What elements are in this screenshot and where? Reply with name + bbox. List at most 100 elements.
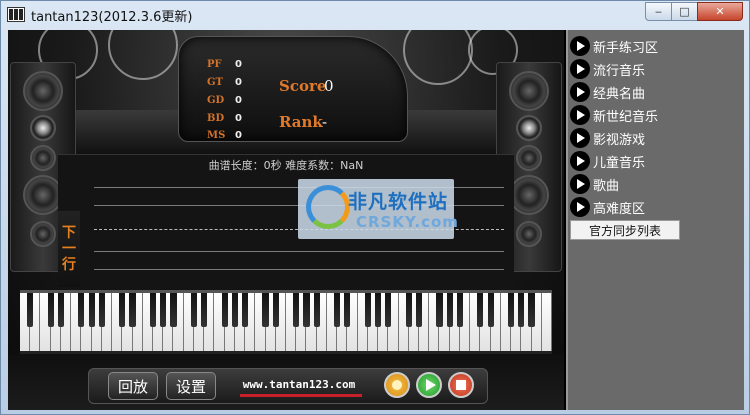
black-key[interactable]	[375, 293, 382, 327]
settings-button[interactable]: 设置	[166, 372, 216, 400]
stat-gt-label: GT	[207, 77, 223, 88]
pause-button[interactable]	[384, 372, 410, 398]
staff-line	[94, 269, 504, 270]
black-key[interactable]	[477, 293, 484, 327]
black-key[interactable]	[385, 293, 392, 327]
stop-button[interactable]	[448, 372, 474, 398]
sidebar-item-label: 新手练习区	[593, 40, 659, 56]
website-link[interactable]: www.tantan123.com	[234, 378, 364, 391]
speaker-woofer	[516, 221, 542, 247]
title-bar[interactable]: tantan123(2012.3.6更新) ‒ □ ✕	[1, 1, 749, 29]
decor-swirl	[403, 30, 473, 85]
piano-keyboard[interactable]	[20, 290, 552, 354]
official-sync-list-button[interactable]: 官方同步列表	[570, 220, 680, 240]
stat-bd-value: 0	[235, 113, 242, 124]
black-key[interactable]	[436, 293, 443, 327]
black-key[interactable]	[344, 293, 351, 327]
play-icon	[425, 379, 436, 391]
close-button[interactable]: ✕	[697, 2, 743, 21]
speaker-woofer	[516, 145, 542, 171]
play-arrow-icon	[570, 105, 590, 125]
next-line-char: 一	[62, 241, 76, 257]
black-key[interactable]	[27, 293, 34, 327]
watermark: 非凡软件站 CRSKY.com	[298, 179, 458, 239]
stat-gt-value: 0	[235, 77, 242, 88]
black-key[interactable]	[149, 293, 157, 327]
black-key[interactable]	[456, 293, 463, 327]
sidebar-item-hard[interactable]: 高难度区	[570, 196, 744, 218]
sidebar-item-film-game[interactable]: 影视游戏	[570, 127, 744, 149]
bottom-bar: 回放 设置 www.tantan123.com	[8, 354, 564, 410]
black-key[interactable]	[508, 293, 515, 327]
black-key[interactable]	[272, 293, 279, 327]
speaker-woofer	[30, 221, 56, 247]
black-key[interactable]	[313, 293, 320, 327]
black-key[interactable]	[303, 293, 310, 327]
rank-label: Rank	[279, 113, 323, 131]
website-underline	[240, 394, 362, 397]
play-arrow-icon	[570, 151, 590, 171]
black-key[interactable]	[190, 293, 197, 327]
black-key[interactable]	[293, 293, 300, 327]
black-key[interactable]	[262, 293, 269, 327]
black-key[interactable]	[487, 293, 494, 327]
black-key[interactable]	[57, 293, 64, 327]
replay-button[interactable]: 回放	[108, 372, 158, 400]
speaker-woofer	[30, 145, 56, 171]
stat-bd-label: BD	[207, 113, 225, 124]
black-key[interactable]	[364, 293, 371, 327]
staff-line	[94, 251, 504, 252]
next-line-button[interactable]: 下 一 行	[58, 211, 80, 287]
play-arrow-icon	[570, 128, 590, 148]
stop-icon	[456, 380, 466, 390]
stat-ms-label: MS	[207, 130, 226, 141]
white-key[interactable]	[541, 293, 552, 351]
black-key[interactable]	[160, 293, 167, 327]
score-label: Score	[279, 77, 327, 95]
speaker-tweeter	[516, 115, 542, 141]
next-line-char: 下	[62, 225, 76, 241]
sidebar-item-label: 流行音乐	[593, 63, 646, 79]
stat-pf-value: 0	[235, 59, 242, 70]
maximize-button[interactable]: □	[671, 2, 698, 21]
play-arrow-icon	[570, 197, 590, 217]
sidebar-item-pop[interactable]: 流行音乐	[570, 58, 744, 80]
sidebar-item-songs[interactable]: 歌曲	[570, 173, 744, 195]
sidebar-item-children[interactable]: 儿童音乐	[570, 150, 744, 172]
play-button[interactable]	[416, 372, 442, 398]
black-key[interactable]	[446, 293, 453, 327]
black-key[interactable]	[129, 293, 136, 327]
black-key[interactable]	[47, 293, 54, 327]
play-arrow-icon	[570, 59, 590, 79]
black-key[interactable]	[170, 293, 177, 327]
black-key[interactable]	[518, 293, 525, 327]
black-key[interactable]	[98, 293, 105, 327]
sidebar-item-label: 歌曲	[593, 178, 620, 194]
sidebar-item-new-age[interactable]: 新世纪音乐	[570, 104, 744, 126]
speaker-woofer	[509, 175, 549, 215]
black-key[interactable]	[528, 293, 535, 327]
sidebar-item-label: 经典名曲	[593, 86, 646, 102]
black-key[interactable]	[231, 293, 238, 327]
black-key[interactable]	[88, 293, 95, 327]
speaker-woofer	[23, 175, 63, 215]
black-key[interactable]	[78, 293, 85, 327]
black-key[interactable]	[334, 293, 341, 327]
sidebar-item-label: 新世纪音乐	[593, 109, 659, 125]
next-line-char: 行	[62, 257, 76, 273]
play-arrow-icon	[570, 36, 590, 56]
black-key[interactable]	[119, 293, 126, 327]
black-key[interactable]	[415, 293, 423, 327]
sidebar-item-classical[interactable]: 经典名曲	[570, 81, 744, 103]
black-key[interactable]	[221, 293, 228, 327]
score-value: 0	[324, 77, 334, 95]
black-key[interactable]	[242, 293, 249, 327]
client-area: PF 0 GT 0 GD 0 BD 0 MS 0 Score 0 Rank -	[8, 30, 744, 410]
sidebar-item-label: 影视游戏	[593, 132, 646, 148]
sidebar-item-beginner[interactable]: 新手练习区	[570, 35, 744, 57]
score-panel: PF 0 GT 0 GD 0 BD 0 MS 0 Score 0 Rank -	[178, 36, 408, 142]
app-window: tantan123(2012.3.6更新) ‒ □ ✕ PF 0 GT 0 GD	[0, 0, 750, 415]
black-key[interactable]	[201, 293, 208, 327]
black-key[interactable]	[405, 293, 412, 327]
minimize-button[interactable]: ‒	[645, 2, 672, 21]
